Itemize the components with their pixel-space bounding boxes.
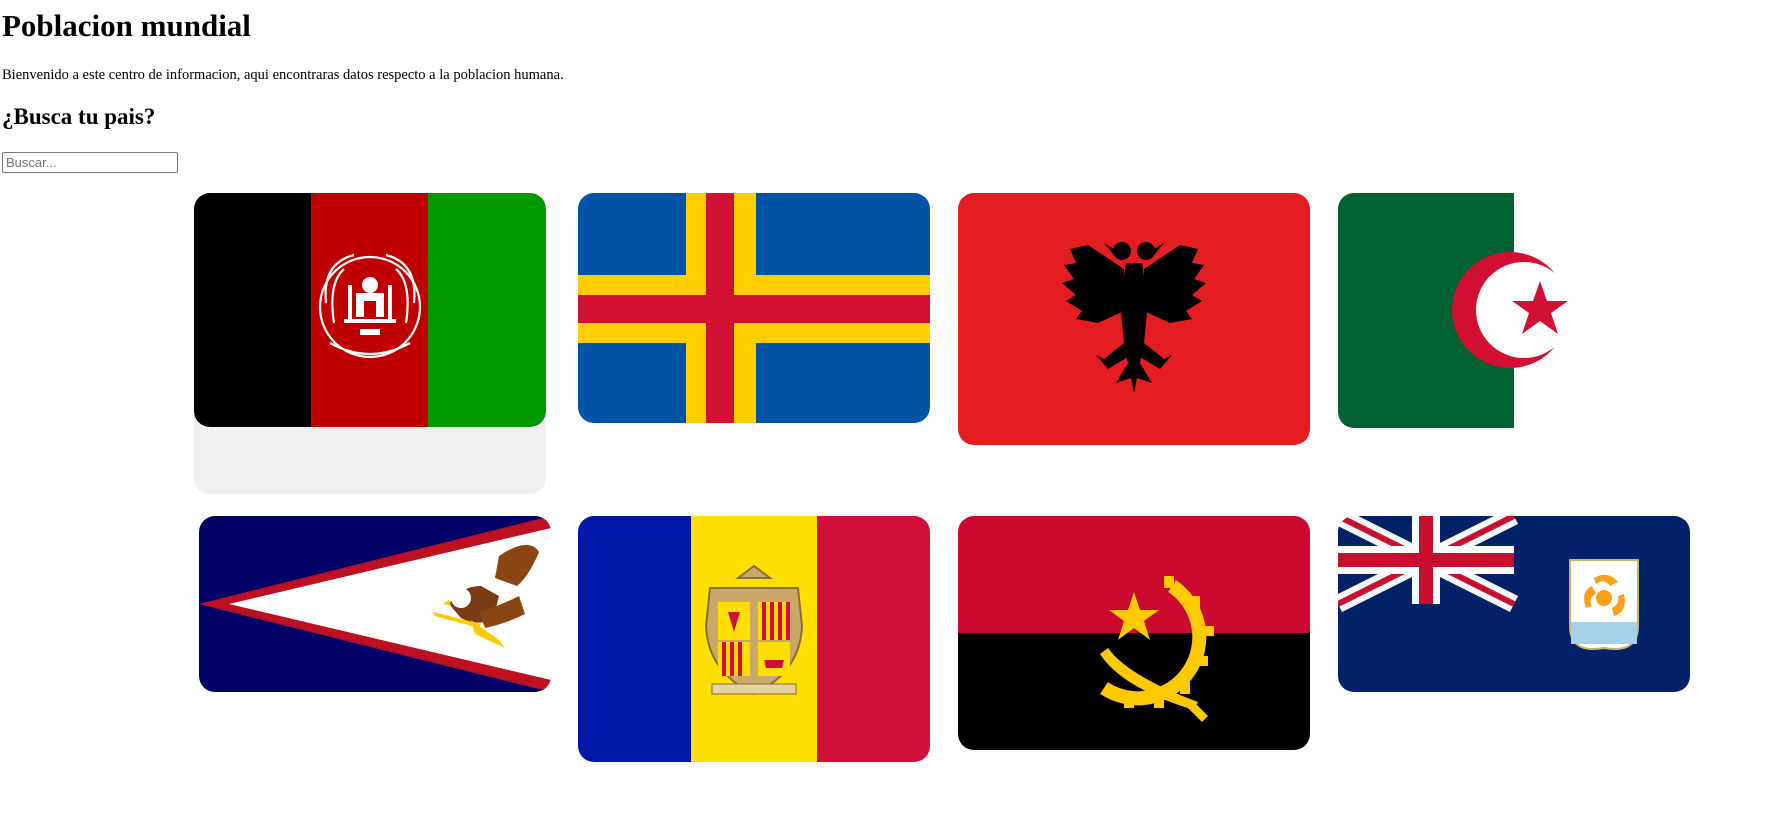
american-samoa-flag-icon[interactable] <box>199 516 551 692</box>
andorra-flag-icon[interactable] <box>578 516 930 762</box>
albania-flag-icon[interactable] <box>958 193 1310 445</box>
angola-flag-icon[interactable] <box>958 516 1310 750</box>
intro-text: Bienvenido a este centro de informacion,… <box>2 67 564 83</box>
aland-flag-icon[interactable] <box>578 193 930 423</box>
search-heading: ¿Busca tu pais? <box>2 104 156 129</box>
search-input[interactable] <box>2 152 178 173</box>
anguilla-flag-icon[interactable] <box>1338 516 1690 692</box>
afghanistan-flag-icon[interactable] <box>194 193 546 427</box>
page-title: Poblacion mundial <box>2 8 251 43</box>
algeria-flag-icon[interactable] <box>1338 193 1690 428</box>
